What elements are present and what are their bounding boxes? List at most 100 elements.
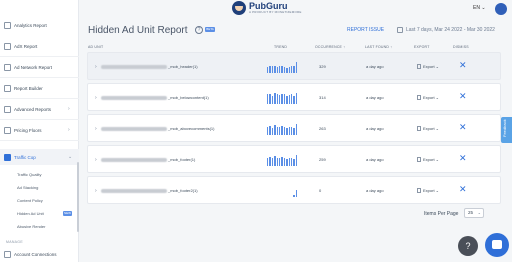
occurrence-value: 0 <box>319 188 322 193</box>
pubguru-logo-icon <box>232 1 246 15</box>
file-icon <box>417 95 421 100</box>
chat-button[interactable] <box>485 233 509 257</box>
table-row[interactable]: › _mob_footer(1) 259 a day ago Export ⌄ … <box>87 145 501 173</box>
dismiss-icon[interactable]: ✕ <box>459 122 467 133</box>
table-row[interactable]: › _mob_footer2(1) 0 a day ago Export ⌄ ✕ <box>87 176 501 204</box>
trend-bar <box>269 65 271 73</box>
sidebar-item-adx-report[interactable]: AdX Report <box>4 41 37 51</box>
dismiss-icon[interactable]: ✕ <box>459 60 467 71</box>
export-dropdown[interactable]: Export ⌄ <box>417 95 439 100</box>
trend-bar <box>295 92 298 104</box>
trend-bar <box>267 67 269 73</box>
trend-bar <box>276 126 278 135</box>
divider <box>0 56 79 57</box>
sidebar-item-label: Pricing Floors <box>14 127 42 133</box>
trend-bar <box>295 189 298 197</box>
sidebar-item-report-builder[interactable]: Report Builder <box>4 83 43 93</box>
app-root: Analytics Report AdX Report Ad Network R… <box>0 0 512 262</box>
trend-bar <box>278 66 281 73</box>
column-header-last-found[interactable]: LAST FOUND ↑ <box>365 45 392 49</box>
sidebar-item-label: Traffic Cop <box>14 154 36 160</box>
language-selector[interactable]: EN ⌄ <box>473 5 486 11</box>
export-label: Export ⌄ <box>423 126 440 131</box>
trend-bar <box>290 126 293 135</box>
trend-bar <box>286 158 288 166</box>
chevron-right-icon[interactable]: › <box>95 64 97 70</box>
builder-icon <box>4 84 11 92</box>
advanced-icon <box>4 105 11 113</box>
trend-bar <box>293 95 295 104</box>
sidebar-item-traffic-cop[interactable]: Traffic Cop ⌄ <box>4 152 72 162</box>
trend-bar <box>288 158 290 166</box>
occurrence-value: 259 <box>319 157 326 162</box>
date-range-text: Last 7 days, Mar 24 2022 - Mar 30 2022 <box>406 27 495 33</box>
export-dropdown[interactable]: Export ⌄ <box>417 126 439 131</box>
export-label: Export ⌄ <box>423 157 440 162</box>
sidebar-item-ad-network-report[interactable]: Ad Network Report <box>4 62 52 72</box>
sidebar-item-advanced-reports[interactable]: Advanced Reports › <box>4 104 70 114</box>
help-circle-icon[interactable]: ? <box>195 26 203 34</box>
chevron-right-icon[interactable]: › <box>95 157 97 163</box>
trend-sparkline <box>267 92 298 104</box>
table-row[interactable]: › _mob_header(1) 329 a day ago Export ⌄ … <box>87 52 501 80</box>
items-per-page-label: Items Per Page <box>424 211 459 217</box>
feedback-tab[interactable]: Feedback <box>501 117 512 143</box>
trend-bar <box>286 127 288 135</box>
report-icon <box>4 42 11 50</box>
chevron-right-icon[interactable]: › <box>95 126 97 132</box>
chevron-down-icon: ⌄ <box>477 210 481 215</box>
items-per-page-select[interactable]: 25 ⌄ <box>464 208 484 218</box>
sidebar-item-analytics-report[interactable]: Analytics Report <box>4 20 47 30</box>
trend-bar <box>293 195 295 197</box>
file-icon <box>417 126 421 131</box>
redacted-text <box>101 96 167 100</box>
dismiss-icon[interactable]: ✕ <box>459 153 467 164</box>
sidebar-item-label: Ad Network Report <box>14 64 53 70</box>
trend-sparkline <box>267 154 298 166</box>
last-found-value: a day ago <box>366 126 384 131</box>
last-found-value: a day ago <box>366 64 384 69</box>
export-label: Export ⌄ <box>423 64 440 69</box>
network-icon <box>4 63 11 71</box>
trend-bar <box>283 126 286 135</box>
trend-bar <box>290 66 293 73</box>
column-header-occurrence[interactable]: OCCURRENCE ↑ <box>315 45 345 49</box>
sidebar-subitem-abusive-render[interactable]: Abusive Render <box>17 224 45 229</box>
sidebar-item-pricing-floors[interactable]: Pricing Floors › <box>4 125 70 135</box>
table-row[interactable]: › _mob_abovecomments(1) 263 a day ago Ex… <box>87 114 501 142</box>
trend-bar <box>293 65 295 73</box>
trend-bar <box>276 157 278 166</box>
date-range-picker[interactable]: Last 7 days, Mar 24 2022 - Mar 30 2022 <box>397 27 495 33</box>
chevron-right-icon[interactable]: › <box>95 188 97 194</box>
trend-bar <box>278 127 281 135</box>
sidebar-subitem-hidden-ad-unit[interactable]: Hidden Ad Unit <box>17 211 44 216</box>
trend-bar <box>269 157 271 166</box>
redacted-text <box>101 189 167 193</box>
avatar[interactable] <box>495 3 507 15</box>
dismiss-icon[interactable]: ✕ <box>459 91 467 102</box>
sidebar-subitem-content-policy[interactable]: Content Policy <box>17 198 43 203</box>
sidebar-subitem-traffic-quality[interactable]: Traffic Quality <box>17 172 41 177</box>
help-button[interactable]: ? <box>458 236 478 256</box>
sidebar-scrollbar[interactable] <box>77 162 79 232</box>
export-dropdown[interactable]: Export ⌄ <box>417 188 439 193</box>
sidebar-subitem-ad-stacking[interactable]: Ad Stacking <box>17 185 38 190</box>
trend-bar <box>271 127 274 135</box>
link-icon <box>4 250 11 258</box>
report-issue-link[interactable]: REPORT ISSUE <box>347 27 384 33</box>
sidebar-item-account-connections[interactable]: Account Connections <box>4 249 57 259</box>
beta-badge: BETA <box>205 27 215 32</box>
dismiss-icon[interactable]: ✕ <box>459 184 467 195</box>
trend-bar <box>288 95 290 104</box>
chevron-right-icon[interactable]: › <box>95 95 97 101</box>
table-row[interactable]: › _mob_belowcontent(1) 314 a day ago Exp… <box>87 83 501 111</box>
trend-bar <box>276 94 278 104</box>
trend-bar <box>295 155 298 166</box>
export-dropdown[interactable]: Export ⌄ <box>417 64 439 69</box>
divider <box>0 119 79 120</box>
trend-bar <box>295 124 298 135</box>
trend-bar <box>281 93 283 104</box>
export-dropdown[interactable]: Export ⌄ <box>417 157 439 162</box>
column-header-export: EXPORT <box>414 45 430 49</box>
brand-logo[interactable]: PubGuru A PRODUCT BY MONETIZEMORE <box>232 1 302 15</box>
